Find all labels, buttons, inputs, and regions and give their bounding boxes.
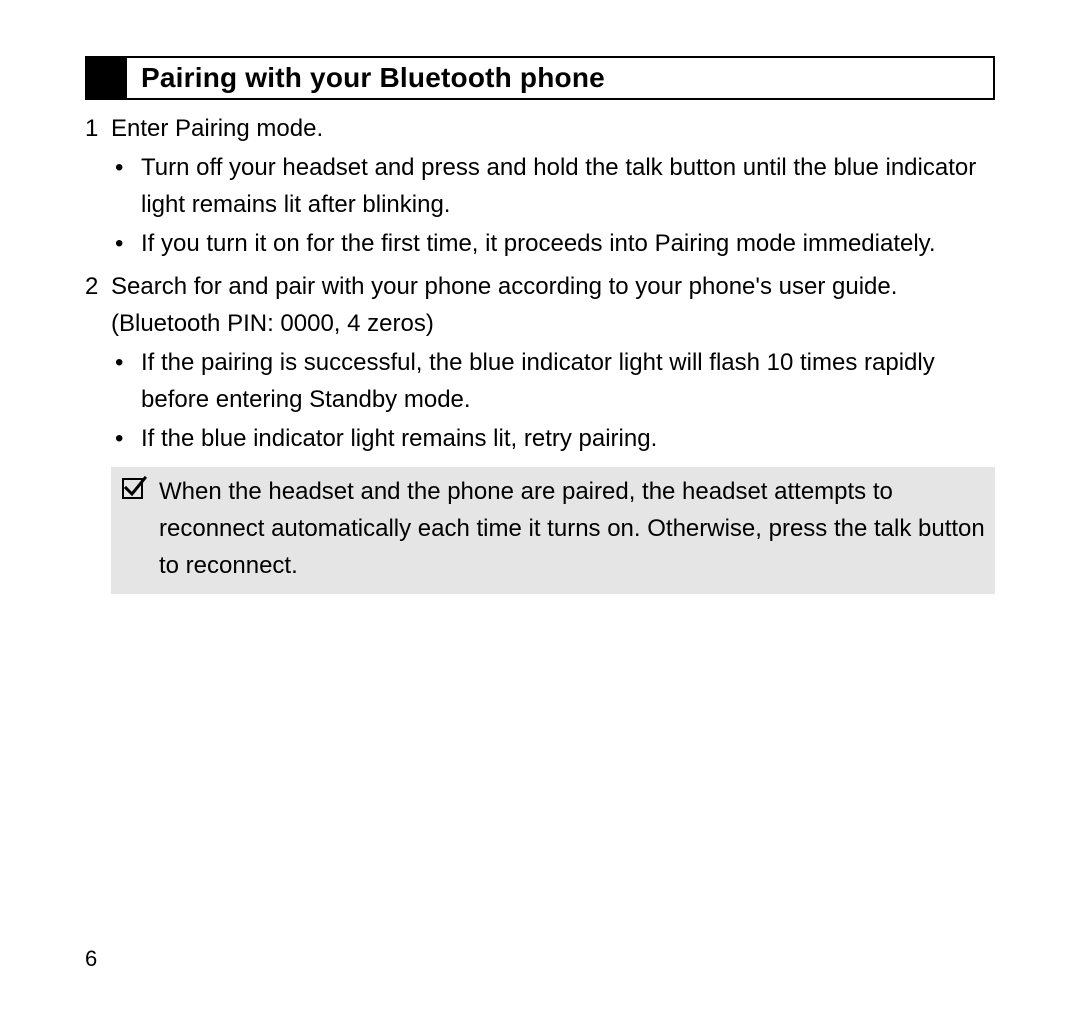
step-intro: Search for and pair with your phone acco… [111,268,995,342]
step-text: Search for and pair with your phone acco… [111,268,995,457]
bullet-item: Turn off your headset and press and hold… [111,149,995,223]
step-1: 1 Enter Pairing mode. Turn off your head… [85,110,995,262]
step-1-bullets: Turn off your headset and press and hold… [111,149,995,262]
section-heading-bar: Pairing with your Bluetooth phone [85,56,995,100]
note-box: When the headset and the phone are paire… [111,467,995,594]
note-text: When the headset and the phone are paire… [159,473,985,584]
bullet-item: If the blue indicator light remains lit,… [111,420,995,457]
manual-page: Pairing with your Bluetooth phone 1 Ente… [0,0,1080,1020]
bullet-item: If the pairing is successful, the blue i… [111,344,995,418]
step-2: 2 Search for and pair with your phone ac… [85,268,995,457]
step-text: Enter Pairing mode. Turn off your headse… [111,110,995,262]
page-number: 6 [85,946,97,972]
body-text: 1 Enter Pairing mode. Turn off your head… [85,100,995,594]
step-intro: Enter Pairing mode. [111,110,995,147]
heading-block-ornament [87,58,127,98]
step-2-bullets: If the pairing is successful, the blue i… [111,344,995,457]
checkbox-note-icon [121,473,159,584]
section-heading: Pairing with your Bluetooth phone [127,58,605,98]
bullet-item: If you turn it on for the first time, it… [111,225,995,262]
step-number: 2 [85,268,111,457]
step-number: 1 [85,110,111,262]
